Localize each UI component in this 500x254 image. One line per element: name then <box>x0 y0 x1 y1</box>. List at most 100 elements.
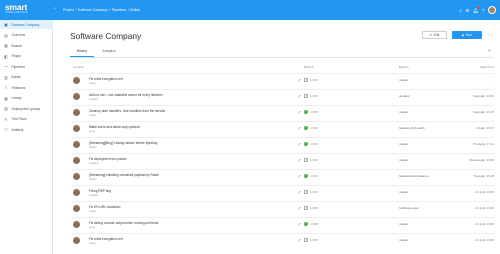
commit-message[interactable]: Fix debug console output when running un… <box>89 221 158 225</box>
breadcrumb-pipelines[interactable]: Pipelines <box>112 8 126 12</box>
table-row[interactable]: Make kuere and admin app optional anna ✓ ✓ 1… <box>70 121 494 135</box>
avatar <box>73 173 80 180</box>
avatar <box>73 77 80 84</box>
commit-message[interactable]: Cleanup auth handlers. Use handlers from… <box>89 109 165 113</box>
run-button[interactable]: ▶ Run <box>452 31 482 39</box>
table-row[interactable]: Fix redis encryption cert Nancy ✓ 10387 mast… <box>70 233 494 247</box>
commit-author: Laura <box>89 209 96 213</box>
sidebar-item-test-plans[interactable]: ✎ Test Plans <box>0 115 53 124</box>
avatar <box>73 237 80 244</box>
build-number[interactable]: 10397 <box>310 78 318 82</box>
branch-name: master <box>399 142 409 146</box>
breadcrumb: Project / Software Company / Pipelines /… <box>63 8 140 12</box>
repos-icon: ◧ <box>4 53 8 59</box>
build-date: Saturday, 10:33 <box>473 94 494 98</box>
deployment-groups-icon: ▨ <box>4 106 8 111</box>
filter-icon[interactable]: ⚲ <box>488 48 491 53</box>
project-icon: ▣ <box>4 22 8 27</box>
bell-icon[interactable]: 🔔︎ 1 <box>473 6 481 13</box>
sidebar-item-repos[interactable]: ◧ Repos <box>0 52 53 61</box>
sidebar-item-releases[interactable]: ⇪ Releases <box>0 83 53 92</box>
more-options-icon[interactable]: ··· <box>487 31 493 39</box>
edit-button[interactable]: ✎ Edit <box>422 31 447 39</box>
commit-author: Andrew <box>89 97 99 101</box>
table-row[interactable]: Fix KH URL resolution Laura ✓ 10389 hotfix/o… <box>70 201 494 215</box>
library-icon: ▦ <box>4 95 8 101</box>
avatar <box>73 141 80 148</box>
sidebar-item-library[interactable]: ▦ Library <box>0 94 53 103</box>
build-date: 21 July, 10:20 <box>475 206 494 210</box>
table-row[interactable]: Fix deployment env param Andrew ✓ 10392 mast… <box>70 153 494 167</box>
commit-author: Andrew <box>89 193 99 197</box>
build-number[interactable]: 10394 <box>310 126 318 130</box>
build-number[interactable]: 10392 <box>310 158 318 162</box>
breadcrumb-separator: / <box>109 7 111 12</box>
sidebar-item-software-company[interactable]: ▣ Software Company <box>0 20 53 29</box>
sidebar-item-label: Builds <box>11 75 21 79</box>
branch-name: master <box>399 190 409 194</box>
breadcrumb-software-company[interactable]: Software Company <box>78 8 108 12</box>
sidebar-item-label: Pipelines <box>11 64 25 69</box>
commit-check-icon: ✓ <box>298 222 301 226</box>
commit-check-icon: ✓ <box>298 142 301 146</box>
gear-icon[interactable]: ⚙ <box>465 8 469 13</box>
table-row[interactable]: Cleanup auth handlers. Use handlers from… <box>70 105 494 119</box>
commit-author: Andrew <box>89 161 99 165</box>
overview-icon: ▤ <box>4 32 8 38</box>
commit-message[interactable]: Fixing REP bug <box>89 189 111 193</box>
commit-message[interactable]: Fix redis encryption cert <box>89 237 123 241</box>
branch-name: hotfix/one-peel <box>399 206 419 210</box>
commit-message[interactable]: Add no-cert - use stateable secret for e… <box>89 93 162 97</box>
commit-message[interactable]: Fix redis encryption cert <box>89 77 123 81</box>
top-bar: smart CODE ANALYSIS ‹ Project / Software… <box>0 0 500 20</box>
table-row[interactable]: Fix redis encryption cert Nancy ✓ 10397 mast… <box>70 73 494 87</box>
table-row[interactable]: Add no-cert - use stateable secret for e… <box>70 89 494 103</box>
sidebar-item-deployment-groups[interactable]: ▨ Deployment groups <box>0 104 53 113</box>
table-row[interactable]: Fixing REP bug Andrew ✓ 10390 master 21 July,… <box>70 185 494 199</box>
branch-name: master <box>399 158 409 162</box>
build-number[interactable]: 10395 <box>310 110 318 114</box>
build-number[interactable]: 10389 <box>310 206 318 210</box>
header-build: Build # <box>304 65 314 69</box>
header-branch: Branch <box>399 65 409 69</box>
build-number[interactable]: 10396 <box>310 94 318 98</box>
user-avatar[interactable] <box>488 6 496 14</box>
table-row[interactable]: [Streaming][Bug] Closing stream before i… <box>70 137 494 151</box>
commit-message[interactable]: Fix deployment env param <box>89 157 127 161</box>
build-number[interactable]: 10393 <box>310 142 318 146</box>
commit-message[interactable]: Make kuere and admin app optional <box>89 125 140 129</box>
build-status-icon: ✓ <box>304 126 308 130</box>
commit-author: anna <box>89 225 95 229</box>
search-icon[interactable]: ⌕ <box>459 8 462 13</box>
sidebar-item-artifacts[interactable]: ⬡ Artifacts <box>0 125 53 134</box>
table-row[interactable]: Fix debug console output when running un… <box>70 217 494 231</box>
sidebar-item-overview[interactable]: ▤ Overview <box>0 31 53 40</box>
build-number[interactable]: 10391 <box>310 174 318 178</box>
test-plans-icon: ✎ <box>4 116 8 122</box>
commit-message[interactable]: Fix KH URL resolution <box>89 205 120 209</box>
build-number[interactable]: 10388 <box>310 222 318 226</box>
commit-message[interactable]: [Streaming][Bug] Closing stream before i… <box>89 141 157 145</box>
tab-history[interactable]: History <box>70 48 94 57</box>
build-number[interactable]: 10387 <box>310 238 318 242</box>
commit-check-icon: ✓ <box>298 78 301 82</box>
branch-name: master <box>399 78 409 82</box>
breadcrumb-project[interactable]: Project <box>63 8 74 12</box>
commit-message[interactable]: [Streaming] Handling oversized payload b… <box>89 173 159 177</box>
sidebar-item-builds[interactable]: ▥ Builds <box>0 73 53 82</box>
help-icon[interactable]: ? <box>482 8 485 13</box>
avatar <box>73 205 80 212</box>
collapse-sidebar-icon[interactable]: ‹ <box>54 7 56 12</box>
breadcrumb-builds[interactable]: Builds <box>130 8 140 12</box>
tab-analytics[interactable]: Analytics <box>96 48 122 57</box>
sidebar-item-pipelines[interactable]: ⤳ Pipelines <box>0 62 53 71</box>
artifacts-icon: ⬡ <box>4 127 8 132</box>
app-logo[interactable]: smart CODE ANALYSIS <box>5 3 28 14</box>
build-status-icon: ✓ <box>304 174 308 178</box>
sidebar-item-boards[interactable]: ▦ Boards <box>0 41 53 50</box>
table-row[interactable]: [Streaming] Handling oversized payload b… <box>70 169 494 183</box>
builds-icon: ▥ <box>4 74 8 80</box>
sidebar: ▣ Software Company ▤ Overview ▦ Boards ◧ Rep… <box>0 20 53 254</box>
build-number[interactable]: 10390 <box>310 190 318 194</box>
sidebar-item-label: Releases <box>11 85 26 90</box>
